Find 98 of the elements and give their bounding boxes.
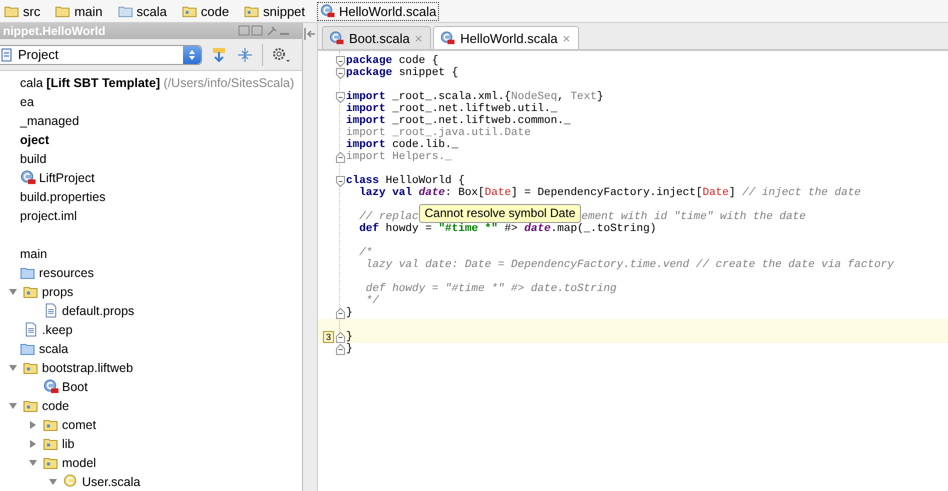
tree-item[interactable]: Boot [62,380,88,394]
breadcrumb-item[interactable]: scala [116,2,169,20]
tree-item[interactable]: build.properties [20,190,106,204]
package-folder-icon [43,455,59,470]
class-icon [329,31,344,45]
code-line: } [346,331,353,343]
breadcrumb-label: src [23,4,40,18]
folder-icon [55,4,70,18]
tree-item[interactable]: resources [39,266,94,280]
code-line: def howdy = "#time *" #> date.map(_.toString) [358,223,656,235]
tree-item[interactable]: project.iml [20,208,77,222]
fold-start-icon[interactable] [336,56,344,66]
tree-item[interactable]: cala [Lift SBT Template] (/Users/info/SitesScala) [20,76,294,90]
code-line: lazy val date: Date = DependencyFactory.time.vend // create the date via factory [364,259,894,271]
fold-end-icon[interactable] [336,152,344,162]
code-line: import _root_.scala.xml.{NodeSeq, Text} [346,91,604,103]
hide-panel-icon[interactable] [303,27,317,41]
code-line: package snippet { [346,67,458,79]
expanded-triangle-icon[interactable] [8,286,18,296]
package-folder-icon [23,284,39,299]
tree-item[interactable]: bootstrap.liftweb [42,360,134,374]
expanded-triangle-icon[interactable] [8,362,18,372]
file-icon [23,322,39,337]
project-icon [0,48,14,62]
collapsed-triangle-icon[interactable] [28,420,38,430]
package-folder-icon [43,436,59,451]
code-line: */ [364,295,380,307]
tree-item[interactable]: default.props [62,304,134,318]
fold-start-icon[interactable] [336,92,344,102]
scroll-from-source-icon[interactable] [210,46,228,64]
editor-tab[interactable]: Boot.scala × [322,26,432,49]
tree-item[interactable]: ea [20,94,34,108]
folder-icon [4,4,19,18]
breadcrumb-label: main [74,4,103,18]
error-tooltip: Cannot resolve symbol Date [418,204,582,222]
code-line: package code { [346,55,438,67]
fold-start-icon[interactable] [336,68,344,78]
editor-tab[interactable]: HelloWorld.scala × [433,26,580,49]
breadcrumb-label: code [200,4,230,18]
breadcrumb-label: HelloWorld.scala [339,4,436,18]
expanded-triangle-icon[interactable] [8,400,18,410]
settings-icon[interactable] [271,46,291,64]
breadcrumb-label: scala [136,4,167,18]
file-icon [43,303,59,318]
package-folder-icon [23,360,39,375]
fold-end-icon[interactable] [336,344,344,354]
code-line: /* [358,247,372,259]
tree-item[interactable]: comet [62,418,96,432]
code-line: import _root_.java.util.Date [346,127,531,139]
code-line: import _root_.net.liftweb.common._ [346,115,570,127]
open-folder-icon [20,265,36,280]
breadcrumb-item[interactable]: code [180,2,232,20]
tree-item[interactable]: User.scala [82,474,140,488]
tree-item[interactable]: model [62,456,96,470]
tree-item[interactable]: .keep [42,322,73,336]
class-icon [43,379,59,394]
class-icon [20,170,36,185]
tree-item[interactable]: LiftProject [39,170,95,184]
expanded-triangle-icon[interactable] [28,458,38,468]
change-marker[interactable]: 3 [322,331,334,343]
package-folder-icon [43,417,59,432]
package-folder-icon [244,4,260,18]
panel-title: nippet.HelloWorld [2,24,106,38]
tree-item[interactable]: oject [20,132,50,146]
tree-item[interactable]: build [20,152,46,166]
tree-item[interactable]: lib [62,436,75,450]
fold-end-icon[interactable] [336,332,344,342]
class-icon [440,31,456,45]
code-line: import _root_.net.liftweb.util._ [346,103,558,115]
breadcrumb-label: snippet [263,4,306,18]
fold-start-icon[interactable] [336,176,344,186]
folder-icon [118,4,133,18]
tree-item[interactable]: scala [39,342,68,356]
breadcrumb-item[interactable]: main [53,2,105,20]
tree-item[interactable]: _managed [20,114,80,128]
breadcrumb-item[interactable]: src [2,2,42,20]
collapsed-triangle-icon[interactable] [28,438,38,448]
code-line: class HelloWorld { [346,175,465,187]
code-line: import code.lib._ [346,139,458,151]
collapse-all-icon[interactable] [236,46,254,64]
code-line: } [346,343,353,355]
tree-item[interactable]: code [42,398,70,412]
breadcrumb-item[interactable]: HelloWorld.scala [318,2,438,20]
expanded-triangle-icon[interactable] [48,476,58,486]
code-line: import Helpers._ [346,151,452,163]
open-folder-icon [20,341,36,356]
package-folder-icon [23,398,39,413]
code-line: def howdy = "#time *" #> date.toString [364,283,617,295]
code-line: } [346,307,353,319]
code-line: lazy val date: Box[Date] = DependencyFactory.inject[Date] // inject the date [358,187,861,199]
up-down-arrows-icon [188,48,196,61]
view-select[interactable]: Project [0,44,202,65]
class-icon [320,4,336,18]
fold-end-icon[interactable] [336,308,344,318]
tree-item[interactable]: props [42,284,74,298]
package-folder-icon [182,4,197,18]
tree-item[interactable]: main [20,246,48,260]
breadcrumb-item[interactable]: snippet [242,2,308,20]
